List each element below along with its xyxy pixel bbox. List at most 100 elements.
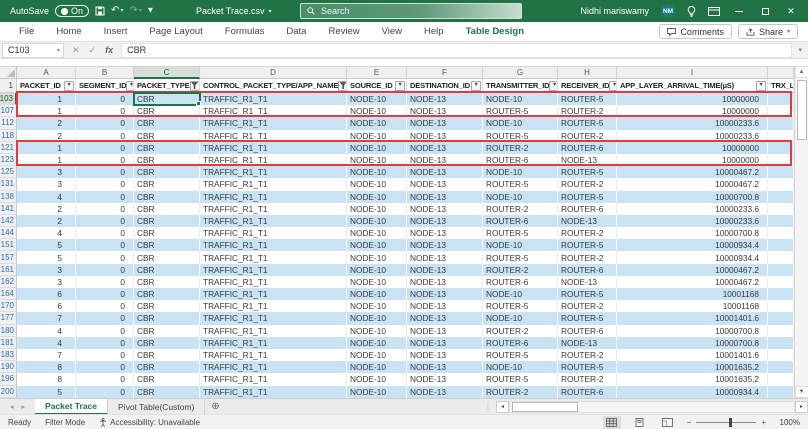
row-number-183[interactable]: 183: [0, 349, 17, 361]
cell-A183[interactable]: 7: [17, 349, 76, 361]
cell-C190[interactable]: CBR: [134, 361, 200, 373]
column-header-B[interactable]: B: [76, 66, 134, 79]
cell-D141[interactable]: TRAFFIC_R1_T1: [200, 203, 347, 215]
cell-C151[interactable]: CBR: [134, 239, 200, 251]
cell-A131[interactable]: 3: [17, 178, 76, 190]
filter-button-SOURCE_ID[interactable]: ▼: [395, 81, 405, 91]
cell-E200[interactable]: NODE-10: [347, 386, 407, 398]
zoom-out-icon[interactable]: −: [687, 418, 692, 427]
cell-C142[interactable]: CBR: [134, 215, 200, 227]
cell-G196[interactable]: ROUTER-5: [483, 373, 558, 385]
cell-J123[interactable]: [768, 154, 794, 166]
row-number-190[interactable]: 190: [0, 361, 17, 373]
cell-A144[interactable]: 4: [17, 227, 76, 239]
cell-B161[interactable]: 0: [76, 264, 134, 276]
cell-A123[interactable]: 1: [17, 154, 76, 166]
cell-F161[interactable]: NODE-13: [407, 264, 483, 276]
row-number-107[interactable]: 107: [0, 105, 17, 117]
cell-A196[interactable]: 8: [17, 373, 76, 385]
cell-I103[interactable]: 10000000: [617, 93, 768, 105]
cell-B180[interactable]: 0: [76, 325, 134, 337]
cell-C196[interactable]: CBR: [134, 373, 200, 385]
cell-J121[interactable]: [768, 142, 794, 154]
cell-I180[interactable]: 10000700.8: [617, 325, 768, 337]
cell-H180[interactable]: ROUTER-6: [558, 325, 617, 337]
cell-I181[interactable]: 10000700.8: [617, 337, 768, 349]
cell-F190[interactable]: NODE-13: [407, 361, 483, 373]
cell-B138[interactable]: 0: [76, 191, 134, 203]
cell-D180[interactable]: TRAFFIC_R1_T1: [200, 325, 347, 337]
cell-C161[interactable]: CBR: [134, 264, 200, 276]
cell-H123[interactable]: NODE-13: [558, 154, 617, 166]
scroll-right-icon[interactable]: ▸: [795, 401, 808, 413]
filter-button-PACKET_ID[interactable]: ▼: [64, 81, 74, 91]
cell-B125[interactable]: 0: [76, 166, 134, 178]
column-header-F[interactable]: F: [407, 66, 483, 79]
cell-J162[interactable]: [768, 276, 794, 288]
scroll-up-icon[interactable]: ▲: [795, 66, 808, 78]
zoom-in-icon[interactable]: +: [761, 418, 766, 427]
cell-J196[interactable]: [768, 373, 794, 385]
cell-H142[interactable]: NODE-13: [558, 215, 617, 227]
row-number-144[interactable]: 144: [0, 227, 17, 239]
cell-E157[interactable]: NODE-10: [347, 251, 407, 263]
cell-B181[interactable]: 0: [76, 337, 134, 349]
row-number-125[interactable]: 125: [0, 166, 17, 178]
cell-D200[interactable]: TRAFFIC_R1_T1: [200, 386, 347, 398]
filter-button-SEGMENT_ID[interactable]: ▼: [126, 81, 134, 91]
row-number-131[interactable]: 131: [0, 178, 17, 190]
cell-G181[interactable]: ROUTER-6: [483, 337, 558, 349]
cell-B157[interactable]: 0: [76, 251, 134, 263]
cell-I170[interactable]: 10001168: [617, 300, 768, 312]
cell-D177[interactable]: TRAFFIC_R1_T1: [200, 312, 347, 324]
cell-J170[interactable]: [768, 300, 794, 312]
ribbon-tab-file[interactable]: File: [8, 22, 45, 42]
cell-J118[interactable]: [768, 130, 794, 142]
ribbon-tab-help[interactable]: Help: [413, 22, 455, 42]
cell-A164[interactable]: 6: [17, 288, 76, 300]
zoom-slider[interactable]: [696, 422, 756, 423]
cell-A180[interactable]: 4: [17, 325, 76, 337]
row-number-181[interactable]: 181: [0, 337, 17, 349]
cell-B121[interactable]: 0: [76, 142, 134, 154]
cell-E118[interactable]: NODE-10: [347, 130, 407, 142]
cell-D164[interactable]: TRAFFIC_R1_T1: [200, 288, 347, 300]
horizontal-scrollbar-thumb[interactable]: [512, 402, 578, 412]
column-header-E[interactable]: E: [347, 66, 407, 79]
cell-H183[interactable]: ROUTER-2: [558, 349, 617, 361]
redo-button[interactable]: ↷▾: [129, 6, 141, 16]
cell-D121[interactable]: TRAFFIC_R1_T1: [200, 142, 347, 154]
cell-J141[interactable]: [768, 203, 794, 215]
cell-H144[interactable]: ROUTER-2: [558, 227, 617, 239]
zoom-level[interactable]: 100%: [776, 418, 800, 427]
cell-H200[interactable]: ROUTER-6: [558, 386, 617, 398]
cell-G141[interactable]: ROUTER-2: [483, 203, 558, 215]
cell-G144[interactable]: ROUTER-5: [483, 227, 558, 239]
customize-qat-icon[interactable]: ▾: [148, 6, 153, 16]
filter-button-RECEIVER_ID[interactable]: ▼: [609, 81, 617, 91]
ribbon-tab-page-layout[interactable]: Page Layout: [138, 22, 213, 42]
formula-bar-expand-icon[interactable]: ▾: [792, 46, 808, 54]
cell-G131[interactable]: ROUTER-5: [483, 178, 558, 190]
cell-C170[interactable]: CBR: [134, 300, 200, 312]
name-box[interactable]: C103 ▾: [2, 43, 64, 58]
normal-view-icon[interactable]: [603, 416, 621, 429]
cell-E123[interactable]: NODE-10: [347, 154, 407, 166]
cell-D123[interactable]: TRAFFIC_R1_T1: [200, 154, 347, 166]
scroll-left-icon[interactable]: ◂: [496, 401, 509, 413]
cell-A112[interactable]: 2: [17, 117, 76, 129]
cell-A170[interactable]: 6: [17, 300, 76, 312]
close-button[interactable]: ✕: [784, 0, 798, 22]
cell-E103[interactable]: NODE-10: [347, 93, 407, 105]
row-number-180[interactable]: 180: [0, 325, 17, 337]
name-box-dropdown-icon[interactable]: ▾: [57, 47, 63, 54]
header-cell-SOURCE_ID[interactable]: SOURCE_ID▼: [347, 79, 407, 93]
lightbulb-icon[interactable]: [687, 6, 696, 17]
ribbon-tab-home[interactable]: Home: [45, 22, 92, 42]
ribbon-tab-review[interactable]: Review: [317, 22, 370, 42]
cell-B196[interactable]: 0: [76, 373, 134, 385]
page-layout-view-icon[interactable]: [631, 416, 649, 429]
cell-F180[interactable]: NODE-13: [407, 325, 483, 337]
cell-B162[interactable]: 0: [76, 276, 134, 288]
cell-H103[interactable]: ROUTER-5: [558, 93, 617, 105]
